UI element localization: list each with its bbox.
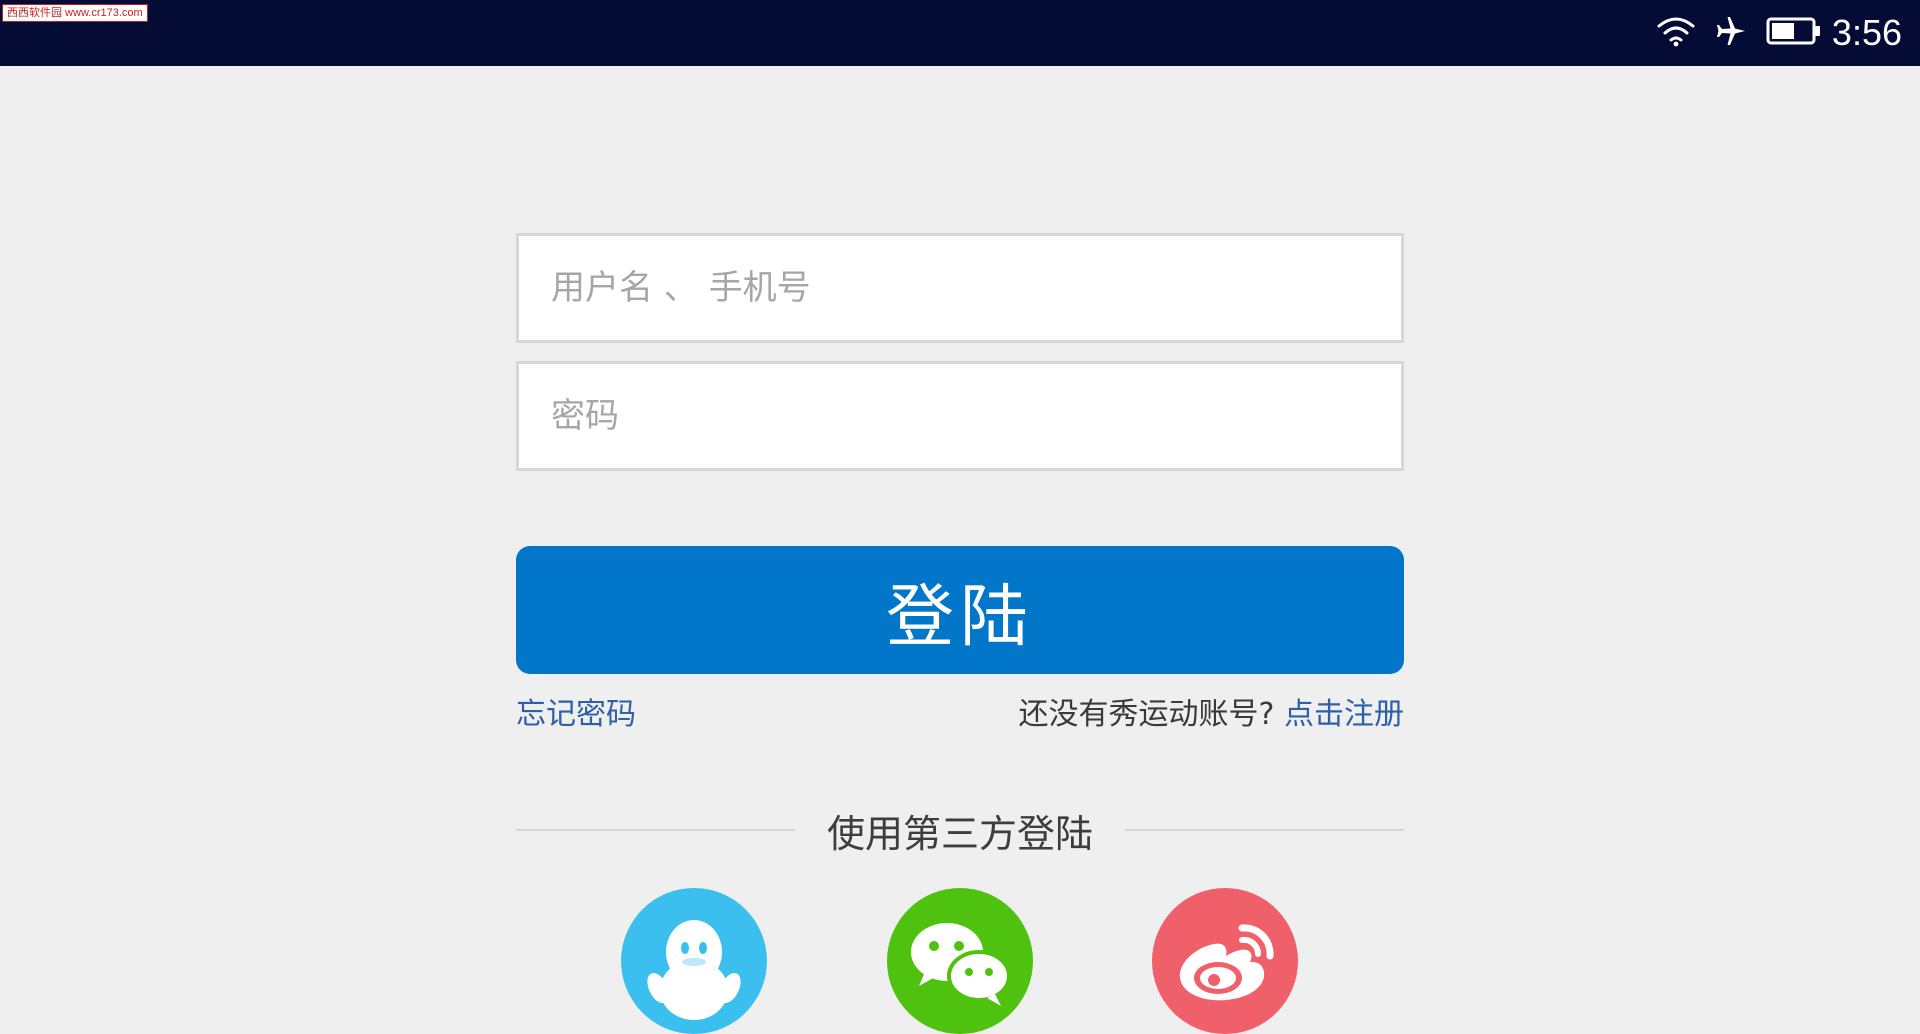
airplane-icon	[1714, 14, 1748, 52]
wechat-login-button[interactable]	[887, 888, 1033, 1034]
qq-login-button[interactable]	[621, 888, 767, 1034]
password-input[interactable]	[519, 364, 1401, 468]
qq-icon	[644, 888, 744, 1028]
battery-icon	[1766, 16, 1822, 50]
wechat-icon	[905, 888, 1015, 1018]
username-field	[516, 233, 1404, 343]
divider-line-left	[516, 829, 795, 831]
username-input[interactable]	[519, 236, 1401, 340]
forgot-password-link[interactable]: 忘记密码	[516, 692, 636, 738]
status-bar: 西西软件园 www.cr173.com 3:56	[0, 0, 1920, 66]
divider-line-right	[1125, 829, 1405, 831]
login-form	[516, 233, 1404, 471]
status-icons: 3:56	[1656, 10, 1902, 56]
wifi-icon	[1656, 15, 1696, 51]
password-field	[516, 361, 1404, 471]
third-party-divider: 使用第三方登陆	[516, 800, 1405, 860]
weibo-icon	[1170, 888, 1280, 1018]
register-row: 还没有秀运动账号? 点击注册	[1019, 692, 1404, 738]
clock: 3:56	[1831, 12, 1902, 53]
register-prompt: 还没有秀运动账号?	[1018, 697, 1275, 732]
weibo-login-button[interactable]	[1152, 888, 1298, 1034]
third-party-title: 使用第三方登陆	[827, 811, 1094, 856]
login-button[interactable]: 登陆	[516, 546, 1404, 674]
register-link[interactable]: 点击注册	[1284, 697, 1404, 732]
watermark: 西西软件园 www.cr173.com	[2, 4, 148, 22]
